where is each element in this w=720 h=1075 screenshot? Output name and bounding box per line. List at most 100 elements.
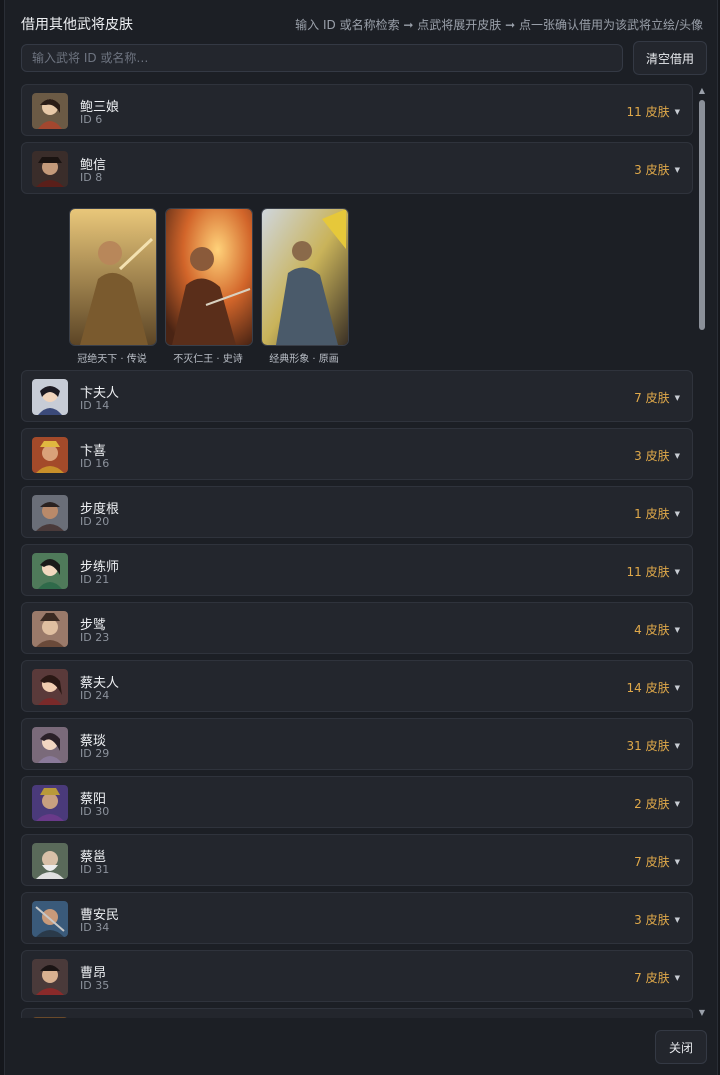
skin-count: 3 皮肤 ▼ (634, 161, 680, 178)
skin-image (69, 208, 157, 346)
caret-down-icon: ▼ (674, 916, 680, 924)
arrow-down-icon[interactable]: ▼ (697, 1008, 707, 1018)
skin-count-label: 7 皮肤 (634, 855, 670, 869)
avatar (32, 785, 68, 821)
skin-count: 7 皮肤 ▼ (634, 853, 680, 870)
skin-card[interactable]: 冠绝天下 · 传说 (69, 208, 157, 365)
general-id: ID 16 (80, 457, 110, 470)
avatar (32, 379, 68, 415)
general-row-partial[interactable] (21, 1008, 693, 1018)
skin-gallery: 冠绝天下 · 传说 不灭仁王 · 史诗 经典形象 · 原画 (21, 200, 693, 370)
modal-header: 借用其他武将皮肤 输入 ID 或名称检索 ➞ 点武将展开皮肤 ➞ 点一张确认借用… (21, 14, 703, 34)
general-row[interactable]: 曹安民 ID 34 3 皮肤 ▼ (21, 892, 693, 944)
skin-count-label: 7 皮肤 (634, 971, 670, 985)
general-row[interactable]: 步骘 ID 23 4 皮肤 ▼ (21, 602, 693, 654)
close-button[interactable]: 关闭 (655, 1030, 707, 1064)
avatar (32, 901, 68, 937)
general-id: ID 31 (80, 863, 110, 876)
general-id: ID 23 (80, 631, 110, 644)
skin-count: 3 皮肤 ▼ (634, 447, 680, 464)
avatar (32, 151, 68, 187)
scroll-thumb[interactable] (699, 100, 705, 330)
skin-count-label: 7 皮肤 (634, 391, 670, 405)
general-id: ID 20 (80, 515, 110, 528)
skin-count-label: 3 皮肤 (634, 913, 670, 927)
skin-image (165, 208, 253, 346)
caret-down-icon: ▼ (674, 452, 680, 460)
caret-down-icon: ▼ (674, 800, 680, 808)
skin-card[interactable]: 不灭仁王 · 史诗 (165, 208, 253, 365)
scrollbar[interactable]: ▲ ▼ (697, 86, 707, 1018)
skin-label: 经典形象 · 原画 (269, 354, 339, 365)
general-row[interactable]: 鲍三娘 ID 6 11 皮肤 ▼ (21, 84, 693, 136)
general-id: ID 29 (80, 747, 110, 760)
skin-count: 31 皮肤 ▼ (627, 737, 680, 754)
general-list: 鲍三娘 ID 6 11 皮肤 ▼ 鲍信 ID 8 3 皮肤 ▼ 冠绝天下 · 传说 (21, 84, 693, 1018)
skin-label: 不灭仁王 · 史诗 (173, 354, 243, 365)
skin-count-label: 4 皮肤 (634, 623, 670, 637)
skin-count-label: 31 皮肤 (626, 739, 670, 753)
caret-down-icon: ▼ (674, 394, 680, 402)
caret-down-icon: ▼ (674, 166, 680, 174)
skin-label: 冠绝天下 · 传说 (77, 354, 147, 365)
caret-down-icon: ▼ (674, 568, 680, 576)
general-row[interactable]: 蔡琰 ID 29 31 皮肤 ▼ (21, 718, 693, 770)
avatar (32, 843, 68, 879)
avatar (32, 669, 68, 705)
skin-count-label: 11 皮肤 (626, 565, 670, 579)
general-row[interactable]: 蔡阳 ID 30 2 皮肤 ▼ (21, 776, 693, 828)
skin-count-label: 3 皮肤 (634, 163, 670, 177)
general-row[interactable]: 步度根 ID 20 1 皮肤 ▼ (21, 486, 693, 538)
skin-count: 2 皮肤 ▼ (634, 795, 680, 812)
arrow-up-icon[interactable]: ▲ (697, 86, 707, 96)
search-input[interactable] (21, 44, 623, 72)
caret-down-icon: ▼ (674, 108, 680, 116)
general-row[interactable]: 曹昂 ID 35 7 皮肤 ▼ (21, 950, 693, 1002)
skin-count: 4 皮肤 ▼ (634, 621, 680, 638)
general-id: ID 8 (80, 171, 103, 184)
general-id: ID 34 (80, 921, 110, 934)
avatar (32, 611, 68, 647)
skin-count-label: 11 皮肤 (626, 105, 670, 119)
general-row[interactable]: 卞夫人 ID 14 7 皮肤 ▼ (21, 370, 693, 422)
skin-count: 14 皮肤 ▼ (627, 679, 680, 696)
borrow-skin-modal: 借用其他武将皮肤 输入 ID 或名称检索 ➞ 点武将展开皮肤 ➞ 点一张确认借用… (4, 0, 718, 1075)
general-id: ID 21 (80, 573, 110, 586)
general-row[interactable]: 鲍信 ID 8 3 皮肤 ▼ (21, 142, 693, 194)
avatar (32, 727, 68, 763)
clear-borrow-button[interactable]: 清空借用 (632, 41, 707, 75)
skin-count-label: 2 皮肤 (634, 797, 670, 811)
skin-count-label: 1 皮肤 (634, 507, 670, 521)
skin-count: 7 皮肤 ▼ (634, 969, 680, 986)
skin-count: 11 皮肤 ▼ (627, 103, 680, 120)
skin-count-label: 3 皮肤 (634, 449, 670, 463)
general-id: ID 6 (80, 113, 103, 126)
general-id: ID 35 (80, 979, 110, 992)
general-row[interactable]: 步练师 ID 21 11 皮肤 ▼ (21, 544, 693, 596)
skin-card[interactable]: 经典形象 · 原画 (261, 208, 349, 365)
general-id: ID 14 (80, 399, 110, 412)
avatar (32, 93, 68, 129)
skin-count: 1 皮肤 ▼ (634, 505, 680, 522)
avatar (32, 553, 68, 589)
caret-down-icon: ▼ (674, 742, 680, 750)
avatar (32, 959, 68, 995)
avatar (32, 437, 68, 473)
modal-hint: 输入 ID 或名称检索 ➞ 点武将展开皮肤 ➞ 点一张确认借用为该武将立绘/头像 (295, 17, 703, 32)
general-row[interactable]: 蔡邕 ID 31 7 皮肤 ▼ (21, 834, 693, 886)
modal-title: 借用其他武将皮肤 (21, 17, 133, 33)
caret-down-icon: ▼ (674, 510, 680, 518)
skin-count-label: 14 皮肤 (626, 681, 670, 695)
avatar (32, 1017, 68, 1018)
search-row: 清空借用 (21, 41, 707, 75)
skin-count: 11 皮肤 ▼ (627, 563, 680, 580)
caret-down-icon: ▼ (674, 974, 680, 982)
general-id: ID 30 (80, 805, 110, 818)
caret-down-icon: ▼ (674, 858, 680, 866)
general-row[interactable]: 卞喜 ID 16 3 皮肤 ▼ (21, 428, 693, 480)
skin-image (261, 208, 349, 346)
caret-down-icon: ▼ (674, 626, 680, 634)
skin-count: 3 皮肤 ▼ (634, 911, 680, 928)
general-row[interactable]: 蔡夫人 ID 24 14 皮肤 ▼ (21, 660, 693, 712)
caret-down-icon: ▼ (674, 684, 680, 692)
